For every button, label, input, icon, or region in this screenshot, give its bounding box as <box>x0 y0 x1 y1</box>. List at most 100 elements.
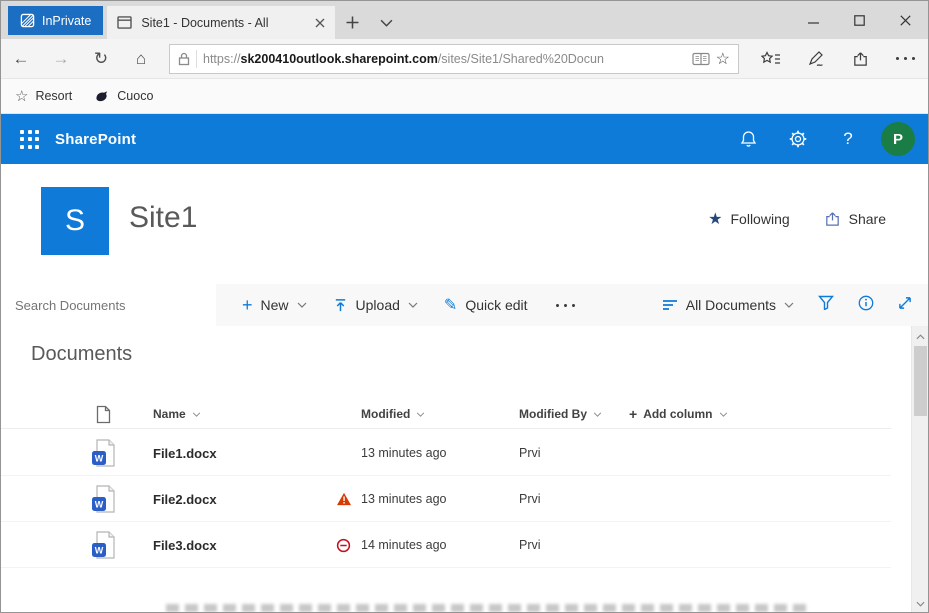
lock-icon <box>178 52 190 66</box>
hub-favorites-button[interactable] <box>748 51 793 67</box>
column-label: Name <box>153 407 186 421</box>
modified-by-value[interactable]: Prvi <box>519 430 541 476</box>
share-icon <box>852 51 869 67</box>
view-selector-button[interactable]: All Documents <box>662 297 794 313</box>
site-title[interactable]: Site1 <box>129 201 197 235</box>
modified-value: 13 minutes ago <box>361 430 446 476</box>
nav-right-buttons <box>748 51 928 67</box>
scrollbar-thumb[interactable] <box>914 346 927 416</box>
modified-by-value[interactable]: Prvi <box>519 476 541 522</box>
scroll-down-button[interactable] <box>912 595 929 612</box>
annotate-pen-icon <box>807 51 825 67</box>
url-path: /sites/Site1/Shared%20Docun <box>438 52 604 66</box>
word-file-icon: W <box>91 522 117 568</box>
reading-view-button[interactable] <box>692 52 710 66</box>
settings-button[interactable] <box>773 130 823 148</box>
more-actions-button[interactable] <box>883 57 928 60</box>
minimize-button[interactable] <box>790 1 836 39</box>
refresh-button[interactable]: ↻ <box>81 49 121 69</box>
chevron-down-icon <box>408 302 418 308</box>
file-name-link[interactable]: File3.docx <box>153 522 217 568</box>
fullscreen-button[interactable] <box>898 296 912 315</box>
back-button[interactable]: ← <box>1 49 41 69</box>
table-row[interactable]: W File3.docx 14 minutes ago Prvi <box>1 522 891 568</box>
url-scheme: https:// <box>203 52 241 66</box>
app-launcher-waffle-icon[interactable] <box>20 130 39 149</box>
account-avatar[interactable]: P <box>881 122 915 156</box>
minimize-icon <box>808 15 819 26</box>
help-button[interactable]: ? <box>823 129 873 149</box>
name-column-header[interactable]: Name <box>153 399 201 429</box>
chevron-down-icon <box>416 412 425 417</box>
modified-by-column-header[interactable]: Modified By <box>519 399 602 429</box>
suite-app-name[interactable]: SharePoint <box>55 131 136 148</box>
annotate-button[interactable] <box>793 51 838 67</box>
add-column-button[interactable]: + Add column <box>629 399 728 429</box>
site-header: S Site1 ★ Following Share <box>1 164 928 284</box>
url-text: https://sk200410outlook.sharepoint.com/s… <box>203 52 686 66</box>
table-header-row: Name Modified Modified By + Add column <box>1 399 891 429</box>
hub-icon <box>761 51 781 67</box>
forward-button[interactable]: → <box>41 49 81 69</box>
following-button[interactable]: ★ Following <box>708 209 789 229</box>
inprivate-badge: InPrivate <box>8 6 103 35</box>
info-button[interactable] <box>858 295 874 316</box>
chevron-down-icon <box>784 302 794 308</box>
favorite-item-resort[interactable]: ☆ Resort <box>15 87 72 105</box>
more-commands-button[interactable] <box>554 304 578 307</box>
word-file-icon: W <box>91 430 117 476</box>
tab-site1-documents[interactable]: Site1 - Documents - All <box>107 6 335 39</box>
vertical-scrollbar[interactable] <box>911 326 928 613</box>
warning-status-icon[interactable] <box>336 476 352 522</box>
plus-icon: + <box>242 296 253 314</box>
address-bar-row: ← → ↻ ⌂ https://sk200410outlook.sharepoi… <box>1 39 928 79</box>
home-button[interactable]: ⌂ <box>121 49 161 69</box>
site-logo[interactable]: S <box>41 187 109 255</box>
chevron-up-icon <box>916 334 925 340</box>
document-icon <box>96 405 111 424</box>
column-label: Modified <box>361 407 410 421</box>
blocked-status-icon[interactable] <box>336 522 351 568</box>
column-label: Modified By <box>519 407 587 421</box>
favorites-bar: ☆ Resort Cuoco <box>1 79 928 114</box>
favorite-star-icon: ☆ <box>15 87 28 105</box>
add-favorite-button[interactable]: ☆ <box>716 49 730 69</box>
reading-view-icon <box>692 52 710 66</box>
url-box[interactable]: https://sk200410outlook.sharepoint.com/s… <box>169 44 739 74</box>
new-tab-button[interactable] <box>335 6 369 39</box>
modified-column-header[interactable]: Modified <box>361 399 425 429</box>
upload-button[interactable]: Upload <box>333 297 418 313</box>
quick-edit-button[interactable]: ✎ Quick edit <box>444 295 528 315</box>
close-window-button[interactable] <box>882 1 928 39</box>
filter-button[interactable] <box>818 295 834 315</box>
browser-share-button[interactable] <box>838 51 883 67</box>
new-button[interactable]: + New <box>242 296 307 314</box>
site-actions: ★ Following Share <box>708 209 886 229</box>
file-name-link[interactable]: File1.docx <box>153 430 217 476</box>
suite-right-buttons: ? P <box>723 122 928 156</box>
plus-icon <box>346 16 359 29</box>
pencil-icon: ✎ <box>444 295 457 315</box>
maximize-button[interactable] <box>836 1 882 39</box>
notifications-button[interactable] <box>723 130 773 148</box>
share-label: Share <box>849 211 886 227</box>
url-host: sk200410outlook.sharepoint.com <box>241 52 438 66</box>
favorite-item-cuoco[interactable]: Cuoco <box>94 89 153 103</box>
cuoco-favicon-icon <box>94 90 110 103</box>
scroll-up-button[interactable] <box>912 328 929 345</box>
quick-edit-label: Quick edit <box>465 297 527 313</box>
search-input[interactable] <box>1 284 216 326</box>
table-row[interactable]: W File2.docx 13 minutes ago Prvi <box>1 476 891 522</box>
file-type-column-header[interactable] <box>96 399 111 429</box>
filter-funnel-icon <box>818 295 834 310</box>
following-star-icon: ★ <box>708 209 722 229</box>
site-share-button[interactable]: Share <box>824 211 886 227</box>
inprivate-label: InPrivate <box>42 14 91 28</box>
tab-preview-button[interactable] <box>369 6 403 39</box>
table-row[interactable]: W File1.docx 13 minutes ago Prvi <box>1 430 891 476</box>
modified-value: 14 minutes ago <box>361 522 446 568</box>
file-name-link[interactable]: File2.docx <box>153 476 217 522</box>
modified-by-value[interactable]: Prvi <box>519 522 541 568</box>
tab-close-icon[interactable] <box>315 18 325 28</box>
close-icon <box>900 15 911 26</box>
